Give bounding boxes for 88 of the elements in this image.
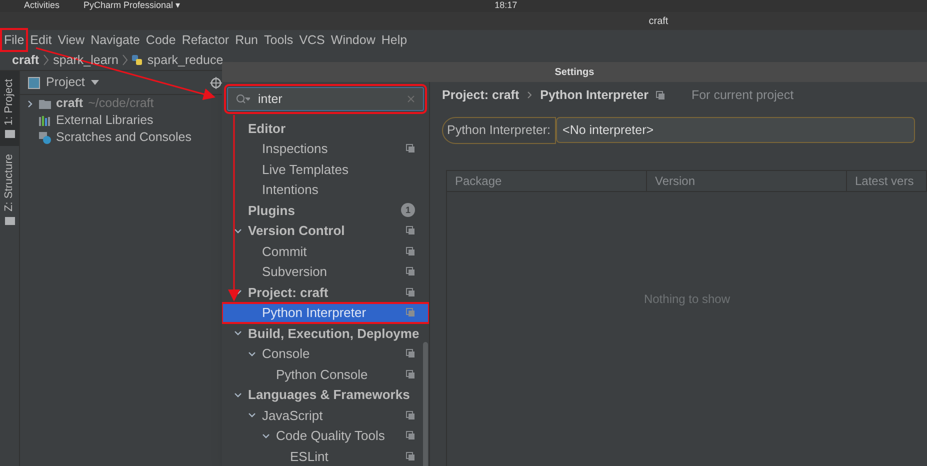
tree-item[interactable]: Version Control: [222, 220, 429, 241]
tree-label: Console: [262, 345, 310, 363]
tree-label: Version Control: [248, 222, 345, 240]
menu-item[interactable]: Edit: [28, 30, 54, 50]
tree-label: Commit: [262, 242, 307, 260]
tree-label: Editor: [248, 120, 286, 138]
python-file-icon: [132, 54, 144, 66]
tree-item[interactable]: Python Console: [222, 364, 429, 384]
caret-icon[interactable]: [90, 80, 99, 85]
breadcrumb-item[interactable]: spark_reduce: [147, 50, 224, 70]
tool-window-tab[interactable]: 1: Project: [0, 71, 19, 146]
search-value: inter: [258, 90, 284, 108]
tree-item[interactable]: Languages & Frameworks: [222, 384, 429, 405]
target-icon[interactable]: [210, 76, 222, 88]
tree-label: Subversion: [262, 263, 328, 281]
menu-item[interactable]: Refactor: [180, 30, 232, 50]
chevron-down-icon[interactable]: [248, 350, 256, 358]
chevron-down-icon[interactable]: [248, 411, 256, 420]
folder-path: ~/code/craft: [88, 95, 154, 112]
tree-label: ESLint: [290, 448, 328, 466]
search-field[interactable]: inter: [227, 87, 424, 111]
menu-item[interactable]: Navigate: [88, 30, 142, 50]
tree-item[interactable]: Plugins 1: [222, 200, 429, 220]
tree-item[interactable]: Code Quality Tools: [222, 426, 429, 446]
menu-item[interactable]: Code: [144, 30, 178, 50]
tool-window-tab[interactable]: Z: Structure: [0, 146, 19, 233]
tree-item[interactable]: Python Interpreter: [222, 302, 429, 323]
scope-label: For current project: [691, 86, 794, 104]
tree-label: Inspections: [262, 140, 328, 158]
page-breadcrumb: Project: craft: [442, 86, 520, 104]
tree-item[interactable]: Live Templates: [222, 159, 429, 180]
interpreter-select[interactable]: <No interpreter>: [556, 117, 915, 144]
chevron-down-icon[interactable]: [234, 390, 242, 399]
libraries-icon: [39, 116, 51, 126]
search-icon: [236, 94, 250, 104]
tree-item[interactable]: JavaScript: [222, 405, 429, 426]
chevron-down-icon[interactable]: [234, 226, 242, 235]
tree-item[interactable]: Subversion: [222, 262, 429, 282]
activities-button[interactable]: Activities: [24, 0, 60, 13]
chevron-right-icon: [122, 54, 128, 66]
menu-item[interactable]: Run: [233, 30, 260, 50]
window-title: craft: [648, 14, 668, 28]
menu-item[interactable]: Help: [379, 30, 410, 50]
menu-item[interactable]: View: [56, 30, 87, 50]
chevron-right-icon: [527, 91, 532, 99]
clock: 18:17: [494, 0, 518, 12]
chevron-down-icon[interactable]: [234, 329, 242, 338]
app-menu[interactable]: PyCharm Professional ▾: [84, 0, 181, 13]
tree-label: Project: craft: [248, 284, 328, 302]
chevron-right-icon: [43, 54, 50, 66]
tree-label: Python Interpreter: [262, 304, 366, 322]
menu-item[interactable]: File: [2, 30, 26, 50]
tree-label: Languages & Frameworks: [248, 386, 410, 404]
menu-item[interactable]: VCS: [297, 30, 327, 50]
copy-icon: [656, 90, 666, 100]
menu-item[interactable]: Tools: [262, 30, 296, 50]
project-item-label: craft: [56, 95, 84, 112]
column-header[interactable]: Version: [647, 170, 847, 191]
tree-label: Code Quality Tools: [276, 427, 385, 445]
scrollbar[interactable]: [423, 342, 428, 466]
breadcrumb-item[interactable]: craft: [12, 50, 40, 70]
tree-item[interactable]: Commit: [222, 241, 429, 262]
page-breadcrumb: Python Interpreter: [540, 86, 648, 104]
tree-item[interactable]: ESLint: [222, 446, 429, 466]
column-header[interactable]: Package: [447, 170, 647, 191]
tree-item[interactable]: Project: craft: [222, 282, 429, 302]
window-icon: [28, 76, 40, 88]
tree-item[interactable]: Intentions: [222, 180, 429, 200]
project-item-label: Scratches and Consoles: [56, 129, 192, 146]
panel-title[interactable]: Project: [46, 73, 85, 92]
chevron-down-icon[interactable]: [262, 432, 270, 440]
field-label: Python Interpreter:: [442, 117, 556, 144]
tree-label: Intentions: [262, 181, 318, 199]
tree-label: JavaScript: [262, 406, 323, 425]
tree-label: Build, Execution, Deployme: [248, 324, 420, 343]
chevron-right-icon[interactable]: [26, 100, 34, 108]
tree-label: Live Templates: [262, 160, 348, 179]
tree-label: Python Console: [276, 366, 368, 384]
tree-item[interactable]: Console: [222, 344, 429, 364]
tree-label: Plugins: [248, 202, 295, 220]
dialog-title: Settings: [554, 66, 594, 80]
menu-item[interactable]: Window: [328, 30, 378, 50]
tree-item[interactable]: Build, Execution, Deployme: [222, 323, 429, 344]
project-tree-item[interactable]: craft ~/code/craft: [20, 95, 230, 112]
column-header[interactable]: Latest vers: [847, 170, 927, 191]
scratches-icon: [39, 132, 51, 144]
project-item-label: External Libraries: [56, 112, 154, 130]
count-badge: 1: [401, 203, 415, 218]
